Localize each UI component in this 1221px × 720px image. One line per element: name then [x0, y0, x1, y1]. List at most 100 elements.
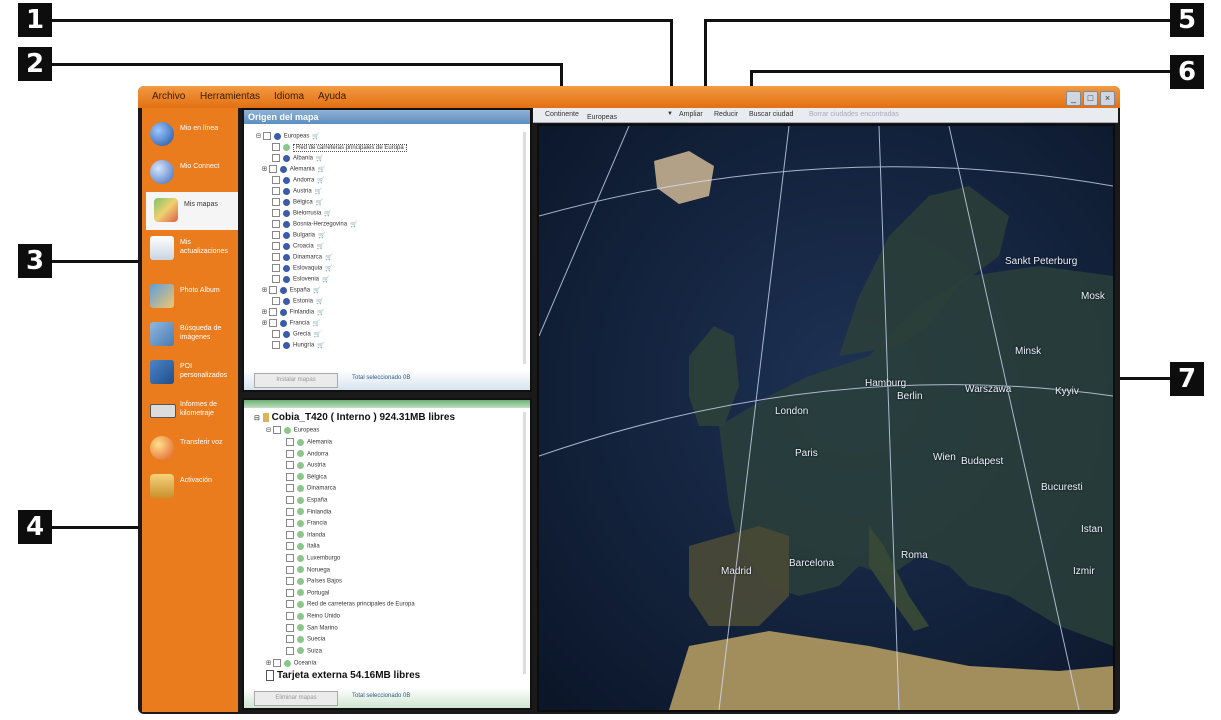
- tree-item[interactable]: Bulgaria 🛒: [272, 231, 326, 241]
- delete-maps-button[interactable]: Eliminar mapas: [254, 691, 338, 706]
- tree-item-europeas[interactable]: ⊟ Europeas: [266, 426, 319, 436]
- tree-item[interactable]: Red de carreteras principales de Europa: [272, 143, 407, 153]
- tree-item[interactable]: Suecia: [286, 635, 325, 645]
- checkbox[interactable]: [268, 165, 277, 173]
- checkbox[interactable]: [272, 198, 280, 206]
- checkbox[interactable]: [286, 507, 294, 516]
- tree-item[interactable]: San Marino: [286, 623, 338, 634]
- checkbox[interactable]: [286, 635, 294, 644]
- expand-icon[interactable]: ⊞: [262, 167, 267, 173]
- checkbox[interactable]: [268, 286, 277, 294]
- checkbox[interactable]: [286, 530, 294, 539]
- cart-icon[interactable]: 🛒: [316, 156, 323, 162]
- tree-item-oceania[interactable]: ⊞ Oceanía: [266, 659, 316, 669]
- cart-icon[interactable]: 🛒: [317, 178, 324, 184]
- checkbox[interactable]: [272, 209, 280, 217]
- tree-item[interactable]: Red de carreteras principales de Europa: [286, 600, 415, 610]
- tree-item[interactable]: Noruega: [286, 565, 330, 576]
- tree-item[interactable]: Dinamarca 🛒: [272, 253, 333, 263]
- checkbox[interactable]: [272, 253, 280, 261]
- tree-item-card[interactable]: Tarjeta externa 54.16MB libres: [266, 670, 420, 681]
- tree-item[interactable]: Andorra: [286, 449, 328, 460]
- tree-item[interactable]: Luxemburgo: [286, 554, 340, 564]
- cart-icon[interactable]: 🛒: [325, 255, 332, 261]
- checkbox[interactable]: [286, 646, 294, 655]
- cart-icon[interactable]: 🛒: [350, 222, 357, 228]
- tree-item[interactable]: Eslovenia 🛒: [272, 275, 330, 285]
- cart-icon[interactable]: 🛒: [317, 244, 324, 250]
- checkbox[interactable]: [286, 449, 294, 458]
- tree-item[interactable]: Austria: [286, 461, 326, 471]
- tree-item[interactable]: Francia: [286, 519, 327, 529]
- checkbox[interactable]: [272, 341, 280, 349]
- checkbox[interactable]: [268, 308, 277, 316]
- cart-icon[interactable]: 🛒: [324, 211, 331, 217]
- menu-idioma[interactable]: Idioma: [274, 91, 304, 102]
- checkbox[interactable]: [262, 132, 271, 140]
- tree-item[interactable]: Portugal: [286, 588, 329, 599]
- tree-item[interactable]: Suiza: [286, 646, 322, 657]
- maximize-button[interactable]: □: [1083, 91, 1098, 106]
- chevron-down-icon[interactable]: ▼: [667, 111, 673, 117]
- expand-icon[interactable]: ⊞: [266, 661, 271, 667]
- scrollbar[interactable]: [523, 132, 526, 364]
- cart-icon[interactable]: 🛒: [322, 277, 329, 283]
- tree-item[interactable]: Grecia 🛒: [272, 330, 321, 340]
- tree-item[interactable]: ⊞ Francia 🛒: [262, 319, 320, 329]
- collapse-icon[interactable]: ⊟: [256, 134, 261, 140]
- tree-item-drive[interactable]: ⊟ Cobia_T420 ( Interno ) 924.31MB libres: [254, 412, 455, 423]
- sidebar-item-activacion[interactable]: Activación: [142, 468, 238, 506]
- checkbox[interactable]: [268, 319, 277, 327]
- cart-icon[interactable]: 🛒: [313, 321, 320, 327]
- checkbox[interactable]: [286, 472, 294, 481]
- tree-item[interactable]: Italia: [286, 542, 320, 552]
- sidebar-item-mis-actualizaciones[interactable]: Mis actualizaciones: [142, 230, 238, 268]
- checkbox[interactable]: [272, 242, 280, 250]
- checkbox[interactable]: [272, 176, 280, 184]
- checkbox[interactable]: [272, 275, 280, 283]
- cart-icon[interactable]: 🛒: [314, 332, 321, 338]
- tree-item[interactable]: Irlanda: [286, 530, 325, 541]
- sidebar-item-mio-connect[interactable]: Mio Connect: [142, 154, 238, 192]
- checkbox[interactable]: [286, 565, 294, 574]
- sidebar-item-transferir-voz[interactable]: Transferir voz: [142, 430, 238, 468]
- expand-icon[interactable]: ⊞: [262, 310, 267, 316]
- tree-item[interactable]: Países Bajos: [286, 577, 342, 587]
- tree-item[interactable]: Austria 🛒: [272, 187, 322, 197]
- expand-icon[interactable]: ⊞: [262, 321, 267, 327]
- checkbox[interactable]: [286, 438, 294, 446]
- tree-item[interactable]: Eslovaquia 🛒: [272, 264, 333, 274]
- checkbox[interactable]: [272, 154, 280, 162]
- sidebar-item-photo-album[interactable]: Photo Album: [142, 278, 238, 316]
- checkbox[interactable]: [286, 519, 294, 528]
- tree-item[interactable]: Croacia 🛒: [272, 242, 324, 252]
- tree-item[interactable]: ⊞ Finlandia 🛒: [262, 308, 325, 318]
- menu-ayuda[interactable]: Ayuda: [318, 91, 346, 102]
- checkbox[interactable]: [286, 588, 294, 597]
- tree-item[interactable]: Alemania: [286, 438, 332, 448]
- checkbox[interactable]: [286, 623, 294, 632]
- checkbox[interactable]: [272, 659, 281, 667]
- checkbox[interactable]: [272, 143, 280, 151]
- checkbox[interactable]: [286, 554, 294, 562]
- sidebar-item-mio-en-linea[interactable]: Mio en línea: [142, 116, 238, 154]
- tree-item[interactable]: Albania 🛒: [272, 154, 324, 164]
- tree-item[interactable]: Dinamarca: [286, 484, 336, 494]
- collapse-icon[interactable]: ⊟: [266, 428, 271, 434]
- checkbox[interactable]: [272, 264, 280, 272]
- cart-icon[interactable]: 🛒: [318, 233, 325, 239]
- scrollbar[interactable]: [523, 412, 526, 674]
- checkbox[interactable]: [272, 187, 280, 195]
- checkbox[interactable]: [272, 330, 280, 338]
- checkbox[interactable]: [286, 577, 294, 586]
- clear-found-cities-button[interactable]: Borrar ciudades encontradas: [809, 111, 899, 118]
- tree-item[interactable]: Finlandia: [286, 507, 331, 518]
- search-city-button[interactable]: Buscar ciudad: [749, 111, 793, 118]
- map-view[interactable]: Sankt Peterburg Mosk Minsk Hamburg Berli…: [537, 124, 1115, 712]
- checkbox[interactable]: [286, 542, 294, 551]
- checkbox[interactable]: [272, 231, 280, 239]
- tree-item[interactable]: Bélgica: [286, 472, 327, 483]
- install-maps-button[interactable]: Instalar mapas: [254, 373, 338, 388]
- tree-item-europeas[interactable]: ⊟ Europeas 🛒: [256, 132, 320, 142]
- tree-item[interactable]: Reino Unido: [286, 612, 340, 622]
